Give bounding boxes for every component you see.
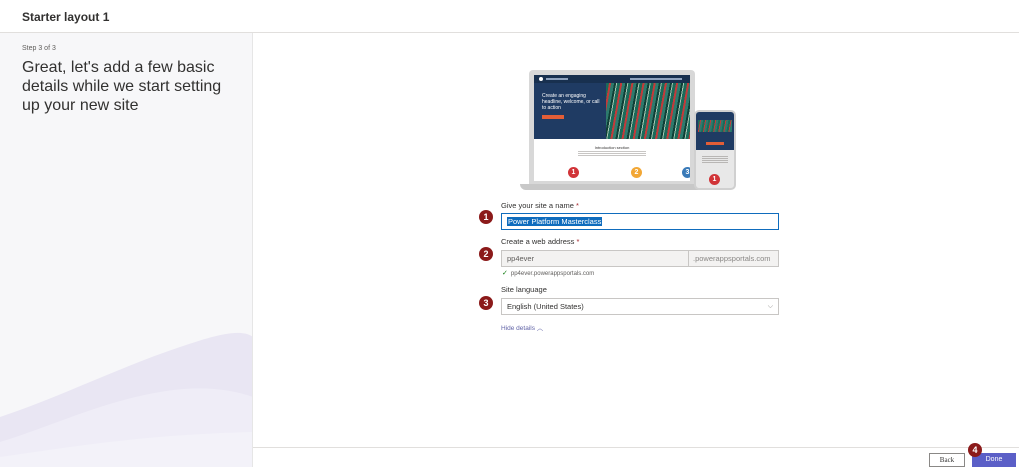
marker-4: 4 [968,443,982,457]
footer-bar [253,447,1019,467]
site-preview-illustration: Create an engaging headline, welcome, or… [520,70,745,190]
laptop-preview: Create an engaging headline, welcome, or… [529,70,695,184]
panel-headline: Great, let's add a few basic details whi… [22,59,222,114]
site-language-dropdown[interactable]: English (United States) ⌵ [501,298,779,315]
back-button[interactable]: Back [929,453,965,467]
checkmark-icon: ✓ [502,270,508,277]
chevron-up-icon: ︿ [536,325,544,332]
web-address-input[interactable]: pp4ever [501,250,689,267]
laptop-base [520,184,704,190]
marker-3: 3 [479,296,493,310]
left-panel: Step 3 of 3 Great, let's add a few basic… [0,33,253,467]
preview-hero-text: Create an engaging headline, welcome, or… [542,93,600,111]
marker-1: 1 [479,210,493,224]
hide-details-link[interactable]: Hide details ︿ [501,322,543,332]
title-bar: Starter layout 1 [0,0,1019,33]
preview-badge: 3 [682,167,690,178]
phone-preview: 1 [694,110,736,190]
preview-badge: 2 [631,167,642,178]
chevron-down-icon: ⌵ [767,303,773,310]
web-address-label: Create a web address * [501,237,580,246]
preview-cta [542,115,564,119]
web-address-validation: ✓ pp4ever.powerappsportals.com [502,270,595,277]
web-address-suffix: .powerappsportals.com [689,250,779,267]
preview-hero: Create an engaging headline, welcome, or… [534,75,690,139]
preview-intro-heading: Introduction section [594,145,630,150]
preview-badge: 1 [709,174,720,185]
site-name-label: Give your site a name * [501,201,579,210]
decorative-waves [0,332,252,467]
site-language-label: Site language [501,285,547,294]
preview-hero-image [606,83,690,139]
marker-2: 2 [479,247,493,261]
step-indicator: Step 3 of 3 [22,45,56,52]
preview-logo-icon [539,77,543,81]
window-title: Starter layout 1 [22,10,110,24]
site-name-input[interactable]: Power Platform Masterclass [501,213,779,230]
preview-badge: 1 [568,167,579,178]
